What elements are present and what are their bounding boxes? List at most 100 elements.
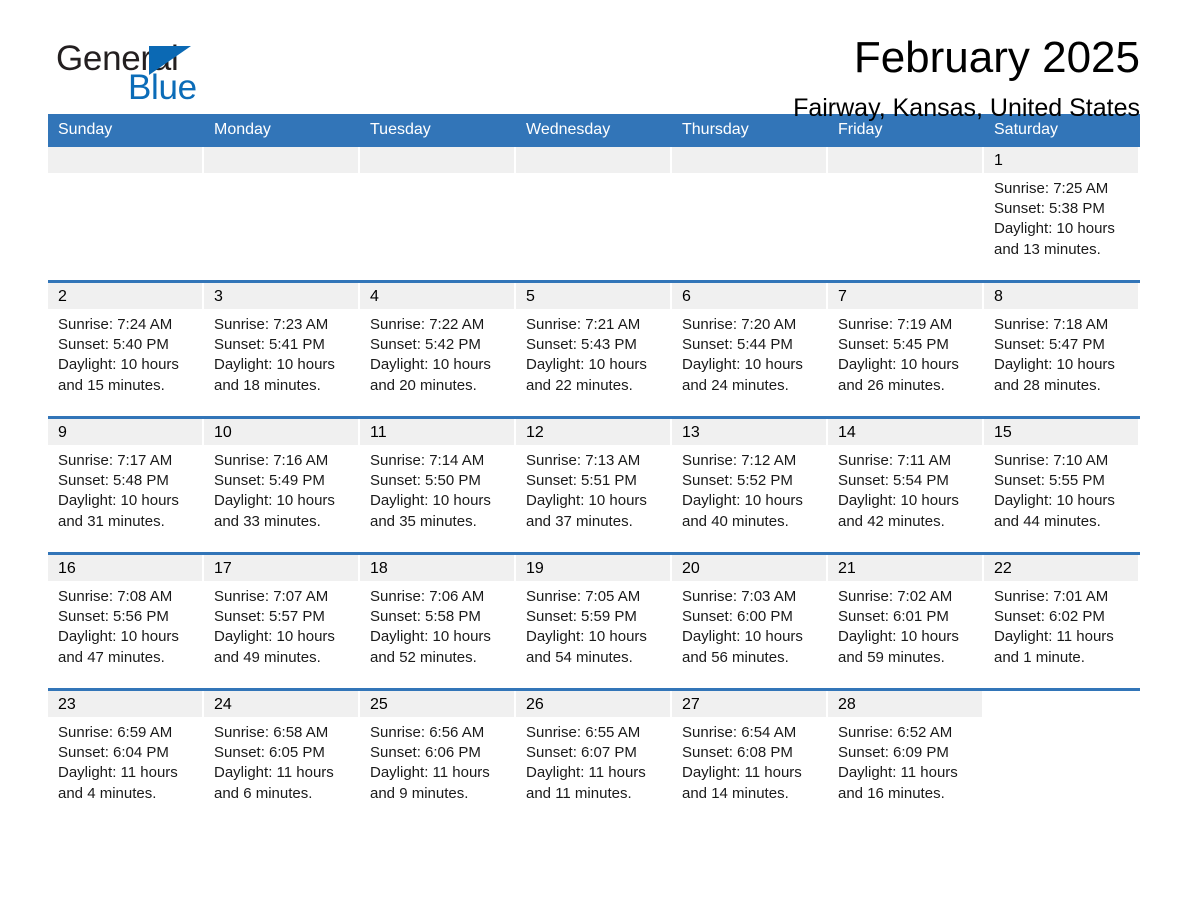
calendar-day-cell[interactable]: 18 Sunrise: 7:06 AM Sunset: 5:58 PM Dayligh… (360, 552, 516, 690)
daylight-line1-text: Daylight: 10 hours (682, 356, 803, 374)
day-details: Sunrise: 7:18 AM Sunset: 5:47 PM Daylight:… (984, 309, 1140, 396)
daylight-line2-text: and 4 minutes. (58, 784, 157, 802)
sunrise-text: Sunrise: 7:03 AM (682, 588, 797, 605)
calendar-day-cell[interactable]: 8 Sunrise: 7:18 AM Sunset: 5:47 PM Daylight… (984, 280, 1140, 418)
day-number: 10 (204, 419, 358, 445)
sunset-text: Sunset: 6:02 PM (994, 608, 1105, 626)
day-details: Sunrise: 6:52 AM Sunset: 6:09 PM Daylight:… (828, 717, 984, 804)
calendar-day-cell[interactable]: 9 Sunrise: 7:17 AM Sunset: 5:48 PM Daylight… (48, 416, 204, 554)
calendar-week-row: 9 Sunrise: 7:17 AM Sunset: 5:48 PM Daylight… (48, 416, 1140, 554)
calendar-page: General Blue February 2025 Fairway, Kans… (0, 0, 1188, 918)
day-details: Sunrise: 7:07 AM Sunset: 5:57 PM Daylight:… (204, 581, 360, 668)
daylight-line1-text: Daylight: 10 hours (214, 492, 335, 510)
sunrise-text: Sunrise: 7:19 AM (838, 316, 953, 333)
calendar-day-cell[interactable]: 19 Sunrise: 7:05 AM Sunset: 5:59 PM Dayligh… (516, 552, 672, 690)
day-details: Sunrise: 7:24 AM Sunset: 5:40 PM Daylight:… (48, 309, 204, 396)
daylight-line1-text: Daylight: 10 hours (994, 220, 1115, 238)
calendar-cell-inner (360, 147, 516, 280)
day-details: Sunrise: 7:14 AM Sunset: 5:50 PM Daylight:… (360, 445, 516, 532)
sunrise-text: Sunrise: 7:05 AM (526, 588, 641, 605)
calendar-day-cell[interactable]: 11 Sunrise: 7:14 AM Sunset: 5:50 PM Dayligh… (360, 416, 516, 554)
calendar-day-cell[interactable]: 1 Sunrise: 7:25 AM Sunset: 5:38 PM Daylight… (984, 147, 1140, 282)
calendar-day-cell[interactable]: 28 Sunrise: 6:52 AM Sunset: 6:09 PM Dayligh… (828, 688, 984, 824)
calendar-day-cell[interactable]: 3 Sunrise: 7:23 AM Sunset: 5:41 PM Daylight… (204, 280, 360, 418)
calendar-day-cell[interactable]: 4 Sunrise: 7:22 AM Sunset: 5:42 PM Daylight… (360, 280, 516, 418)
day-number: 22 (984, 555, 1138, 581)
calendar-day-cell[interactable]: 5 Sunrise: 7:21 AM Sunset: 5:43 PM Daylight… (516, 280, 672, 418)
day-number (516, 147, 670, 173)
sunrise-text: Sunrise: 6:52 AM (838, 724, 953, 741)
day-details: Sunrise: 7:03 AM Sunset: 6:00 PM Daylight:… (672, 581, 828, 668)
sunset-text: Sunset: 6:09 PM (838, 744, 949, 762)
calendar-cell-inner: 11 Sunrise: 7:14 AM Sunset: 5:50 PM Dayligh… (360, 419, 516, 552)
page-title: February 2025 (853, 33, 1140, 82)
sunset-text: Sunset: 5:58 PM (370, 608, 481, 626)
calendar-day-cell[interactable]: 26 Sunrise: 6:55 AM Sunset: 6:07 PM Dayligh… (516, 688, 672, 824)
day-details: Sunrise: 7:21 AM Sunset: 5:43 PM Daylight:… (516, 309, 672, 396)
day-details: Sunrise: 7:12 AM Sunset: 5:52 PM Daylight:… (672, 445, 828, 532)
sunset-text: Sunset: 5:49 PM (214, 472, 325, 490)
daylight-line2-text: and 52 minutes. (370, 648, 477, 666)
calendar-day-cell[interactable]: 23 Sunrise: 6:59 AM Sunset: 6:04 PM Dayligh… (48, 688, 204, 824)
daylight-line2-text: and 26 minutes. (838, 376, 945, 394)
calendar-day-cell[interactable]: 22 Sunrise: 7:01 AM Sunset: 6:02 PM Dayligh… (984, 552, 1140, 690)
daylight-line2-text: and 40 minutes. (682, 512, 789, 530)
sunset-text: Sunset: 5:42 PM (370, 336, 481, 354)
sunrise-text: Sunrise: 6:55 AM (526, 724, 641, 741)
calendar-cell-inner: 27 Sunrise: 6:54 AM Sunset: 6:08 PM Dayligh… (672, 691, 828, 824)
calendar-day-cell[interactable]: 24 Sunrise: 6:58 AM Sunset: 6:05 PM Dayligh… (204, 688, 360, 824)
calendar-day-cell[interactable]: 16 Sunrise: 7:08 AM Sunset: 5:56 PM Dayligh… (48, 552, 204, 690)
daylight-line1-text: Daylight: 10 hours (58, 628, 179, 646)
calendar-day-cell[interactable]: 14 Sunrise: 7:11 AM Sunset: 5:54 PM Dayligh… (828, 416, 984, 554)
calendar-cell-inner: 18 Sunrise: 7:06 AM Sunset: 5:58 PM Dayligh… (360, 555, 516, 688)
day-number: 20 (672, 555, 826, 581)
day-details: Sunrise: 6:55 AM Sunset: 6:07 PM Daylight:… (516, 717, 672, 804)
calendar-day-cell[interactable]: 12 Sunrise: 7:13 AM Sunset: 5:51 PM Dayligh… (516, 416, 672, 554)
day-details: Sunrise: 7:17 AM Sunset: 5:48 PM Daylight:… (48, 445, 204, 532)
day-details: Sunrise: 7:20 AM Sunset: 5:44 PM Daylight:… (672, 309, 828, 396)
calendar-day-cell[interactable]: 13 Sunrise: 7:12 AM Sunset: 5:52 PM Dayligh… (672, 416, 828, 554)
calendar-day-cell[interactable]: 17 Sunrise: 7:07 AM Sunset: 5:57 PM Dayligh… (204, 552, 360, 690)
calendar-day-cell[interactable]: 7 Sunrise: 7:19 AM Sunset: 5:45 PM Daylight… (828, 280, 984, 418)
sunrise-text: Sunrise: 7:14 AM (370, 452, 485, 469)
sunrise-text: Sunrise: 7:11 AM (838, 452, 952, 469)
calendar-cell-inner: 5 Sunrise: 7:21 AM Sunset: 5:43 PM Daylight… (516, 283, 672, 416)
page-header: General Blue February 2025 Fairway, Kans… (48, 0, 1140, 122)
daylight-line2-text: and 18 minutes. (214, 376, 321, 394)
calendar-cell-inner: 13 Sunrise: 7:12 AM Sunset: 5:52 PM Dayligh… (672, 419, 828, 552)
calendar-cell-inner: 12 Sunrise: 7:13 AM Sunset: 5:51 PM Dayligh… (516, 419, 672, 552)
calendar-day-cell[interactable]: 25 Sunrise: 6:56 AM Sunset: 6:06 PM Dayligh… (360, 688, 516, 824)
daylight-line1-text: Daylight: 10 hours (838, 628, 959, 646)
calendar-cell-inner (984, 691, 1140, 824)
day-details: Sunrise: 6:58 AM Sunset: 6:05 PM Daylight:… (204, 717, 360, 804)
calendar-day-cell[interactable]: 2 Sunrise: 7:24 AM Sunset: 5:40 PM Daylight… (48, 280, 204, 418)
day-details: Sunrise: 7:02 AM Sunset: 6:01 PM Daylight:… (828, 581, 984, 668)
sunset-text: Sunset: 6:01 PM (838, 608, 949, 626)
daylight-line1-text: Daylight: 10 hours (838, 356, 959, 374)
calendar-day-cell[interactable]: 15 Sunrise: 7:10 AM Sunset: 5:55 PM Dayligh… (984, 416, 1140, 554)
calendar-day-cell[interactable]: 6 Sunrise: 7:20 AM Sunset: 5:44 PM Daylight… (672, 280, 828, 418)
daylight-line1-text: Daylight: 10 hours (994, 356, 1115, 374)
calendar-cell-inner (48, 147, 204, 280)
weekday-header-tuesday: Tuesday (360, 114, 516, 147)
logo-text-blue: Blue (128, 68, 197, 107)
day-details: Sunrise: 7:19 AM Sunset: 5:45 PM Daylight:… (828, 309, 984, 396)
daylight-line2-text: and 33 minutes. (214, 512, 321, 530)
calendar-day-cell[interactable]: 21 Sunrise: 7:02 AM Sunset: 6:01 PM Dayligh… (828, 552, 984, 690)
generalblue-logo[interactable]: General Blue (48, 40, 278, 110)
sunset-text: Sunset: 5:43 PM (526, 336, 637, 354)
day-number: 9 (48, 419, 202, 445)
day-details: Sunrise: 7:23 AM Sunset: 5:41 PM Daylight:… (204, 309, 360, 396)
sunrise-text: Sunrise: 6:58 AM (214, 724, 329, 741)
calendar-day-cell[interactable]: 10 Sunrise: 7:16 AM Sunset: 5:49 PM Dayligh… (204, 416, 360, 554)
calendar-week-row: 16 Sunrise: 7:08 AM Sunset: 5:56 PM Dayligh… (48, 552, 1140, 690)
daylight-line1-text: Daylight: 10 hours (682, 628, 803, 646)
calendar-day-cell[interactable]: 20 Sunrise: 7:03 AM Sunset: 6:00 PM Dayligh… (672, 552, 828, 690)
sunset-text: Sunset: 5:45 PM (838, 336, 949, 354)
calendar-day-cell[interactable]: 27 Sunrise: 6:54 AM Sunset: 6:08 PM Dayligh… (672, 688, 828, 824)
sunrise-text: Sunrise: 7:06 AM (370, 588, 485, 605)
calendar-cell-inner: 22 Sunrise: 7:01 AM Sunset: 6:02 PM Dayligh… (984, 555, 1140, 688)
day-details: Sunrise: 7:25 AM Sunset: 5:38 PM Daylight:… (984, 173, 1140, 260)
calendar-cell-inner: 7 Sunrise: 7:19 AM Sunset: 5:45 PM Daylight… (828, 283, 984, 416)
calendar-cell-inner: 26 Sunrise: 6:55 AM Sunset: 6:07 PM Dayligh… (516, 691, 672, 824)
